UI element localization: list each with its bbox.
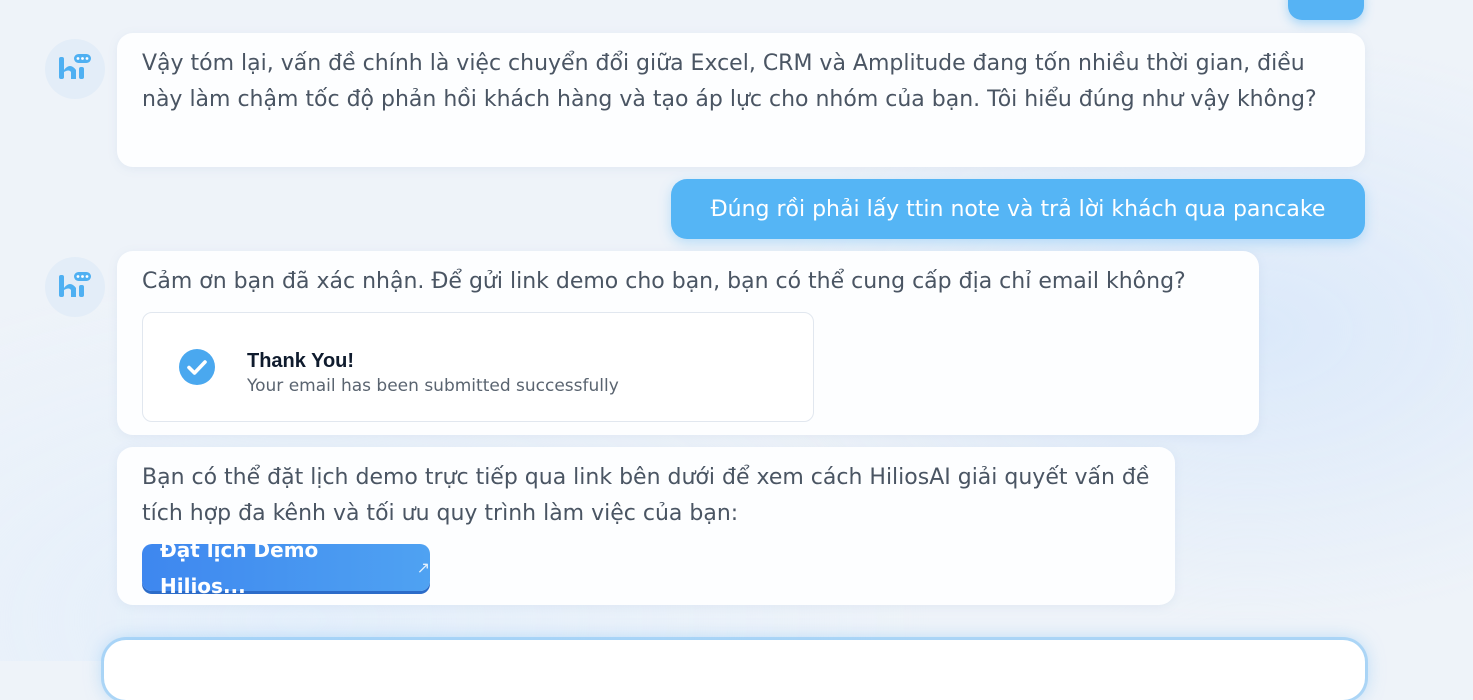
message-text: Bạn có thể đặt lịch demo trực tiếp qua l… <box>142 465 1150 526</box>
hilios-logo-icon <box>59 272 91 297</box>
button-label: Đặt lịch Demo Hilios... <box>160 537 319 598</box>
card-subtitle: Your email has been submitted successful… <box>247 376 619 396</box>
user-message: Đúng rồi phải lấy ttin note và trả lời k… <box>671 179 1365 239</box>
assistant-message: Vậy tóm lại, vấn đề chính là việc chuyển… <box>117 33 1365 167</box>
assistant-message: Cảm ơn bạn đã xác nhận. Để gửi link demo… <box>117 251 1259 435</box>
message-text: Vậy tóm lại, vấn đề chính là việc chuyển… <box>142 51 1317 112</box>
assistant-message: Bạn có thể đặt lịch demo trực tiếp qua l… <box>117 447 1175 605</box>
bot-avatar <box>45 257 105 317</box>
send-button-partial[interactable] <box>1288 0 1364 20</box>
external-link-icon: ↗ <box>416 557 430 577</box>
message-input[interactable] <box>104 640 1365 700</box>
bot-avatar <box>45 39 105 99</box>
check-circle-icon <box>179 349 215 385</box>
confirmation-card: Thank You! Your email has been submitted… <box>142 312 814 422</box>
message-text: Cảm ơn bạn đã xác nhận. Để gửi link demo… <box>142 269 1186 294</box>
hilios-logo-icon <box>59 54 91 79</box>
message-text: Đúng rồi phải lấy ttin note và trả lời k… <box>710 196 1326 222</box>
book-demo-button[interactable]: Đặt lịch Demo Hilios... ↗ <box>142 538 430 598</box>
